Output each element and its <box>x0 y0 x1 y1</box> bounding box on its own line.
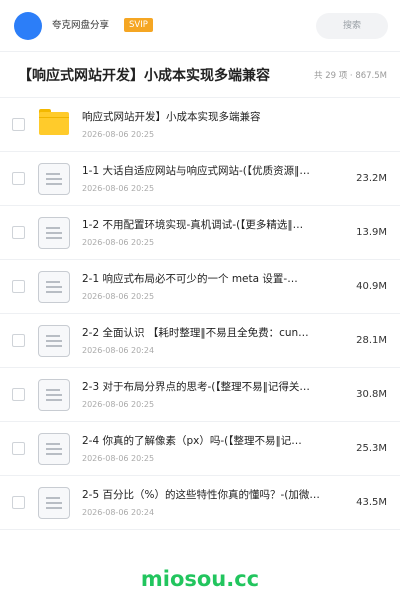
file-date: 2026-08-06 20:25 <box>82 454 155 463</box>
search-input[interactable]: 搜索 <box>316 13 388 39</box>
list-item[interactable]: 1-2 不用配置环境实现-真机调试-(【更多精选‖… 2026-08-06 20… <box>0 206 400 260</box>
file-list: 响应式网站开发】小成本实现多端兼容 2026-08-06 20:25 1-1 大… <box>0 98 400 530</box>
document-icon <box>38 217 70 249</box>
list-item[interactable]: 2-4 你真的了解像素（px）吗-(【整理不易‖记… 2026-08-06 20… <box>0 422 400 476</box>
document-icon <box>38 163 70 195</box>
page-title: 【响应式网站开发】小成本实现多端兼容 <box>18 68 270 84</box>
file-size: 23.2M <box>356 173 387 184</box>
document-icon <box>38 487 70 519</box>
select-checkbox[interactable] <box>12 118 25 131</box>
document-icon <box>38 379 70 411</box>
list-item[interactable]: 1-1 大话自适应网站与响应式网站-(【优质资源‖… 2026-08-06 20… <box>0 152 400 206</box>
list-item[interactable]: 2-2 全面认识 【耗时整理‖不易且全免费：cun… 2026-08-06 20… <box>0 314 400 368</box>
folder-icon <box>39 109 69 135</box>
document-icon <box>38 433 70 465</box>
select-checkbox[interactable] <box>12 280 25 293</box>
folder-summary: 共 29 项 · 867.5M <box>314 71 387 81</box>
select-checkbox[interactable] <box>12 496 25 509</box>
file-name[interactable]: 1-1 大话自适应网站与响应式网站-(【优质资源‖… <box>82 164 332 179</box>
avatar[interactable] <box>14 12 42 40</box>
select-checkbox[interactable] <box>12 334 25 347</box>
file-date: 2026-08-06 20:25 <box>82 238 155 247</box>
app-name: 夸克网盘分享 <box>52 20 110 31</box>
folder-title-bar: 【响应式网站开发】小成本实现多端兼容 共 29 项 · 867.5M <box>0 52 400 98</box>
file-date: 2026-08-06 20:25 <box>82 184 155 193</box>
file-size: 25.3M <box>356 443 387 454</box>
svip-badge: SVIP <box>124 18 153 32</box>
file-name[interactable]: 2-5 百分比（%）的这些特性你真的懂吗？-(加微… <box>82 488 332 503</box>
document-icon <box>38 271 70 303</box>
list-item[interactable]: 2-3 对于布局分界点的思考-(【整理不易‖记得关… 2026-08-06 20… <box>0 368 400 422</box>
file-date: 2026-08-06 20:24 <box>82 508 155 517</box>
document-icon <box>38 325 70 357</box>
watermark: miosou.cc <box>140 567 260 591</box>
select-checkbox[interactable] <box>12 226 25 239</box>
file-size: 30.8M <box>356 389 387 400</box>
select-checkbox[interactable] <box>12 172 25 185</box>
list-item[interactable]: 响应式网站开发】小成本实现多端兼容 2026-08-06 20:25 <box>0 98 400 152</box>
select-checkbox[interactable] <box>12 442 25 455</box>
file-size: 40.9M <box>356 281 387 292</box>
file-date: 2026-08-06 20:25 <box>82 130 155 139</box>
file-size: 28.1M <box>356 335 387 346</box>
file-name[interactable]: 2-3 对于布局分界点的思考-(【整理不易‖记得关… <box>82 380 332 395</box>
file-name[interactable]: 2-4 你真的了解像素（px）吗-(【整理不易‖记… <box>82 434 332 449</box>
file-name[interactable]: 2-2 全面认识 【耗时整理‖不易且全免费：cun… <box>82 326 332 341</box>
file-size: 13.9M <box>356 227 387 238</box>
file-date: 2026-08-06 20:25 <box>82 292 155 301</box>
list-item[interactable]: 2-1 响应式布局必不可少的一个 meta 设置-… 2026-08-06 20… <box>0 260 400 314</box>
file-name[interactable]: 1-2 不用配置环境实现-真机调试-(【更多精选‖… <box>82 218 332 233</box>
file-date: 2026-08-06 20:24 <box>82 346 155 355</box>
file-name[interactable]: 2-1 响应式布局必不可少的一个 meta 设置-… <box>82 272 332 287</box>
select-checkbox[interactable] <box>12 388 25 401</box>
file-date: 2026-08-06 20:25 <box>82 400 155 409</box>
file-name[interactable]: 响应式网站开发】小成本实现多端兼容 <box>82 110 332 125</box>
list-item[interactable]: 2-5 百分比（%）的这些特性你真的懂吗？-(加微… 2026-08-06 20… <box>0 476 400 530</box>
app-header: 夸克网盘分享 SVIP 搜索 <box>0 0 400 52</box>
file-size: 43.5M <box>356 497 387 508</box>
